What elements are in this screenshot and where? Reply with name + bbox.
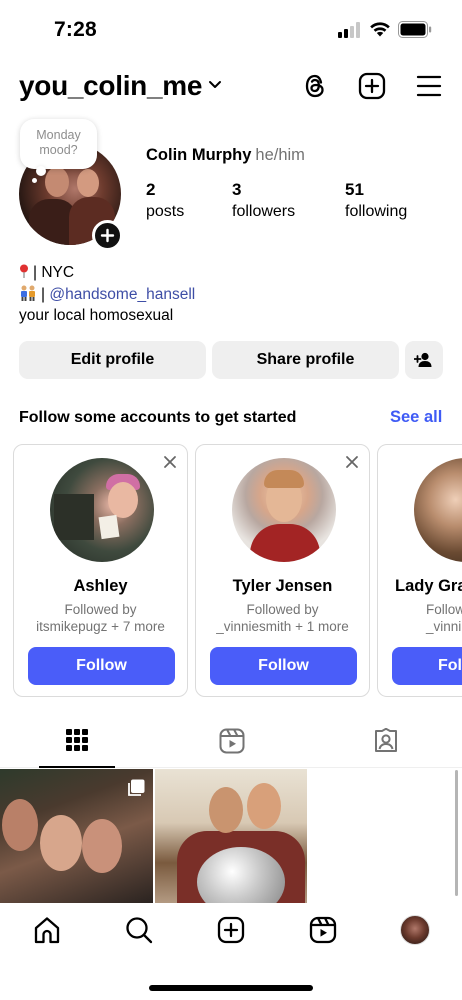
suggestion-mutuals: Followed by itsmikepugz + 7 more	[14, 601, 187, 635]
close-icon[interactable]	[163, 455, 177, 469]
followed-by-names: itsmikepugz + 7 more	[36, 619, 165, 634]
bio-line-location: | NYC	[19, 262, 195, 284]
suggestion-card[interactable]: Tyler Jensen Followed by _vinniesmith + …	[195, 444, 370, 697]
suggestion-name[interactable]: Tyler Jensen	[196, 577, 369, 596]
suggestion-avatar[interactable]	[50, 458, 154, 562]
bio-line-mention: | @handsome_hansell	[19, 284, 195, 306]
suggestion-card[interactable]: Ashley Followed by itsmikepugz + 7 more …	[13, 444, 188, 697]
followed-by-names: _vinni	[426, 619, 462, 634]
edit-profile-button[interactable]: Edit profile	[19, 341, 206, 379]
suggestion-name[interactable]: Lady Gra	[395, 577, 462, 596]
close-icon[interactable]	[345, 455, 359, 469]
profile-bio: | NYC | @handsome_hansell your local hom…	[19, 262, 195, 327]
chevron-down-icon[interactable]	[208, 80, 222, 90]
add-story-button[interactable]	[92, 220, 123, 251]
followers-count: 3	[232, 180, 242, 199]
posts-stat[interactable]: 2 posts	[146, 180, 184, 224]
post-thumbnail[interactable]	[0, 769, 153, 903]
discover-people-button[interactable]	[405, 341, 443, 379]
suggestion-mutuals: Follow _vinni	[426, 601, 462, 635]
note-line-2: mood?	[39, 143, 78, 157]
cellular-signal-icon	[338, 22, 360, 38]
reels-icon[interactable]	[308, 915, 338, 945]
bio-text: your local homosexual	[19, 307, 174, 324]
followed-by-label: Followed by	[246, 602, 319, 617]
profile-tab-avatar[interactable]	[400, 915, 430, 945]
menu-icon[interactable]	[416, 74, 442, 98]
following-count: 51	[345, 180, 364, 199]
status-bar: 7:28	[0, 0, 462, 60]
grid-icon	[66, 729, 88, 751]
tab-reels[interactable]	[193, 722, 269, 768]
suggestion-avatar[interactable]	[414, 458, 462, 562]
follow-button[interactable]: Follow	[28, 647, 175, 685]
share-profile-button[interactable]: Share profile	[212, 341, 399, 379]
suggestions-title: Follow some accounts to get started	[19, 409, 297, 426]
two-men-icon	[21, 285, 35, 301]
profile-content-tabs	[0, 722, 462, 768]
scrollbar[interactable]	[455, 770, 458, 896]
suggestion-name[interactable]: Ashley	[14, 577, 187, 596]
note-line-1: Monday	[36, 128, 81, 142]
status-time: 7:28	[54, 18, 97, 41]
following-label: following	[345, 203, 408, 220]
tab-tagged[interactable]	[347, 722, 423, 768]
suggestion-card[interactable]: Lady Gra Follow _vinni Fol	[377, 444, 462, 697]
profile-full-name: Colin Murphy he/him	[146, 146, 305, 165]
create-icon[interactable]	[216, 915, 246, 945]
plus-icon	[100, 228, 115, 243]
posts-label: posts	[146, 203, 185, 220]
battery-icon	[398, 21, 432, 38]
follow-button[interactable]: Fol	[392, 647, 462, 685]
note-bubble-tail	[36, 166, 46, 176]
add-person-icon	[414, 352, 432, 367]
followed-by-label: Followed by	[64, 602, 137, 617]
tagged-icon	[375, 728, 397, 752]
followers-stat[interactable]: 3 followers	[232, 180, 295, 224]
suggestion-avatar[interactable]	[232, 458, 336, 562]
followed-by-label: Follow	[426, 602, 462, 617]
bio-location: | NYC	[33, 264, 75, 281]
note-bubble-tail-small	[32, 178, 37, 183]
profile-top-bar: you_colin_me	[0, 68, 462, 108]
pronouns: he/him	[255, 146, 305, 164]
search-icon[interactable]	[124, 915, 154, 945]
follow-button[interactable]: Follow	[210, 647, 357, 685]
suggestion-mutuals: Followed by _vinniesmith + 1 more	[196, 601, 369, 635]
followers-label: followers	[232, 203, 296, 220]
see-all-link[interactable]: See all	[390, 408, 442, 427]
reels-icon	[219, 728, 245, 754]
threads-icon[interactable]	[302, 72, 328, 100]
note-bubble[interactable]: Monday mood?	[20, 119, 97, 169]
wifi-icon	[370, 22, 390, 37]
bottom-navigation	[0, 903, 462, 1000]
home-icon[interactable]	[32, 915, 62, 945]
tab-posts-grid[interactable]	[39, 722, 115, 768]
bio-mention-link[interactable]: @handsome_hansell	[49, 286, 195, 303]
full-name-text: Colin Murphy	[146, 146, 252, 164]
create-icon[interactable]	[358, 72, 386, 100]
account-username[interactable]: you_colin_me	[19, 70, 202, 102]
followed-by-names: _vinniesmith + 1 more	[216, 619, 349, 634]
post-thumbnail[interactable]	[155, 769, 307, 903]
following-stat[interactable]: 51 following	[345, 180, 407, 224]
carousel-icon	[128, 779, 145, 796]
posts-count: 2	[146, 180, 156, 199]
home-indicator[interactable]	[149, 985, 313, 991]
pin-icon	[20, 264, 28, 278]
